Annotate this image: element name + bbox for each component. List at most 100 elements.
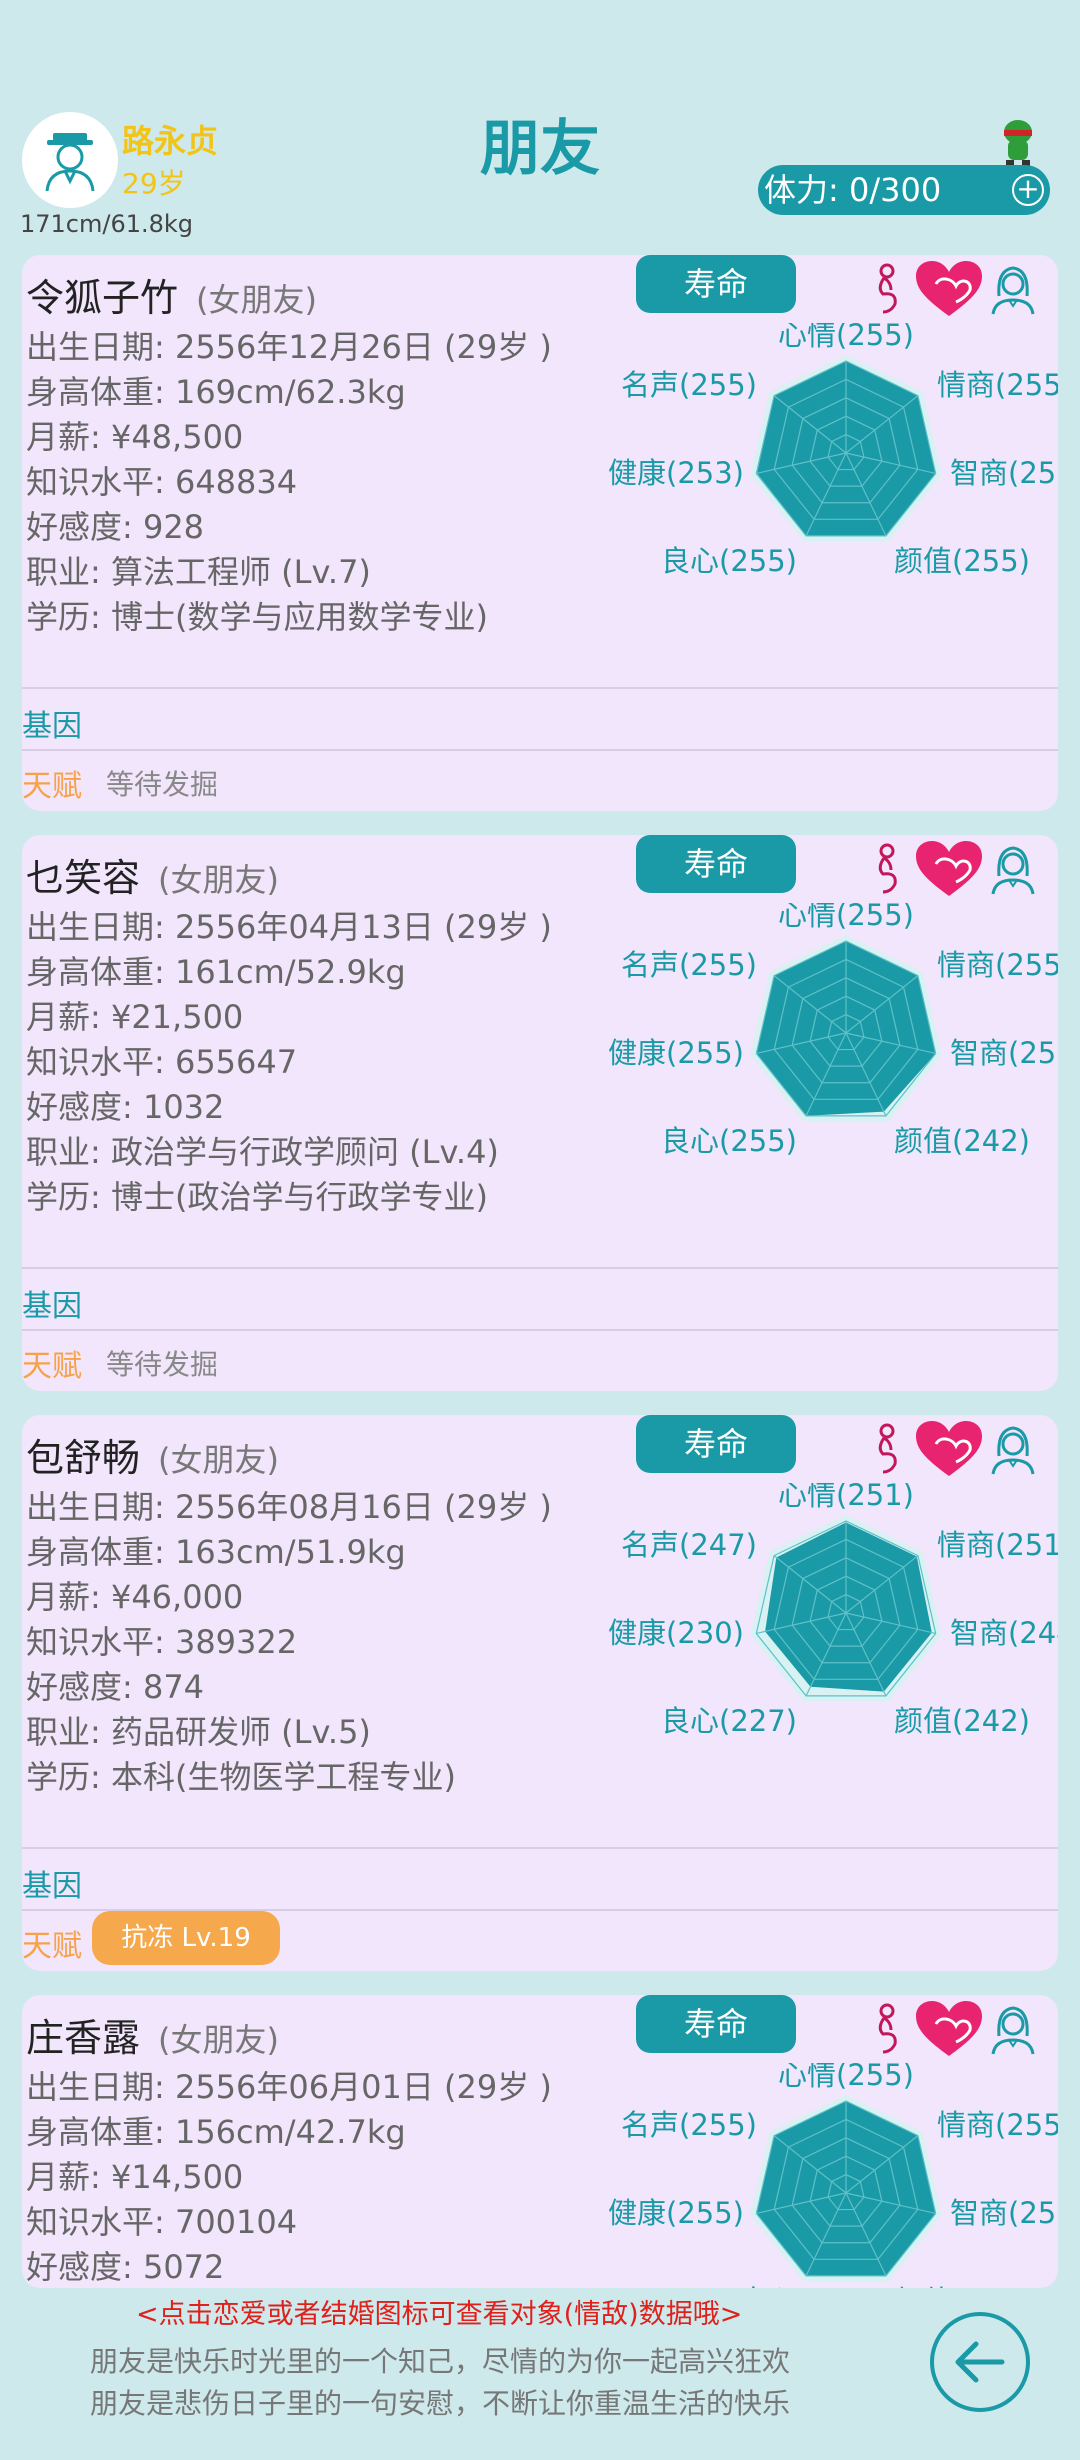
footer-line-2: 朋友是悲伤日子里的一句安慰，不断让你重温生活的快乐 bbox=[90, 2387, 791, 2420]
marriage-button[interactable] bbox=[986, 259, 1040, 319]
attribute-radar-chart: 心情(255) 情商(255) 智商(255) 颜值(255) 良心(255) 健康(25… bbox=[608, 323, 1058, 578]
love-button[interactable] bbox=[912, 839, 986, 899]
attribute-radar-chart: 心情(255) 情商(255) 智商(255) 颜值(242) 良心(255) 健康(25… bbox=[608, 903, 1058, 1158]
pregnant-woman-icon bbox=[878, 2003, 897, 2054]
radar-label: 良心(255) bbox=[661, 1124, 797, 1158]
info-education: 学历: 本科(生物医学工程专业) bbox=[26, 1758, 456, 1796]
info-education: 学历: 博士(政治学与行政学专业) bbox=[26, 1178, 488, 1216]
radar-label: 健康(255) bbox=[608, 2196, 744, 2230]
radar-label: 名声(255) bbox=[621, 368, 757, 402]
mascot-icon[interactable] bbox=[996, 118, 1040, 168]
talent-label: 天赋 bbox=[22, 769, 82, 804]
friend-card[interactable]: 令狐子竹 (女朋友) 寿命 出生日期: 2556年12月26日 (29岁 ) 身高体重… bbox=[22, 255, 1058, 811]
info-birth: 出生日期: 2556年08月16日 (29岁 ) bbox=[26, 1488, 552, 1526]
relation-label: (女朋友) bbox=[196, 281, 317, 319]
info-salary: 月薪: ¥21,500 bbox=[26, 998, 244, 1036]
info-knowledge: 知识水平: 648834 bbox=[26, 463, 298, 501]
radar-label: 良心(227) bbox=[661, 1704, 797, 1738]
talent-value: 等待发掘 bbox=[106, 768, 219, 801]
heart-icon bbox=[916, 2001, 982, 2056]
friend-name: 庄香露 bbox=[26, 2016, 141, 2060]
info-salary: 月薪: ¥46,000 bbox=[26, 1578, 244, 1616]
pregnancy-button[interactable] bbox=[862, 1999, 916, 2059]
friend-name: 令狐子竹 bbox=[26, 276, 179, 320]
divider bbox=[22, 1847, 1058, 1849]
female-avatar-icon bbox=[991, 2006, 1035, 2055]
marriage-button[interactable] bbox=[986, 839, 1040, 899]
info-job: 职业: 药品研发师 (Lv.5) bbox=[26, 1713, 371, 1751]
love-button[interactable] bbox=[912, 1419, 986, 1479]
pregnancy-button[interactable] bbox=[862, 259, 916, 319]
radar-label: 良心 bbox=[739, 2284, 797, 2288]
marriage-button[interactable] bbox=[986, 1999, 1040, 2059]
divider bbox=[22, 1329, 1058, 1331]
pregnant-woman-icon bbox=[878, 263, 897, 314]
radar-label: 心情(251) bbox=[778, 1483, 914, 1512]
friend-card[interactable]: 庄香露 (女朋友) 寿命 出生日期: 2556年06月01日 (29岁 ) 身高体重:… bbox=[22, 1995, 1058, 2288]
radar-label: 颜值(242) bbox=[894, 1704, 1030, 1738]
heart-icon bbox=[916, 841, 982, 896]
pregnant-woman-icon bbox=[878, 1423, 897, 1474]
radar-label: 健康(255) bbox=[608, 1036, 744, 1070]
friend-card[interactable]: 包舒畅 (女朋友) 寿命 出生日期: 2556年08月16日 (29岁 ) 身高体重:… bbox=[22, 1415, 1058, 1971]
talent-label: 天赋 bbox=[22, 1349, 82, 1384]
friend-card[interactable]: 乜笑容 (女朋友) 寿命 出生日期: 2556年04月13日 (29岁 ) 身高体重:… bbox=[22, 835, 1058, 1391]
info-salary: 月薪: ¥48,500 bbox=[26, 418, 244, 456]
radar-label: 心情(255) bbox=[778, 903, 914, 932]
lifespan-button[interactable]: 寿命 bbox=[636, 1995, 796, 2053]
radar-label: 智商(255) bbox=[950, 456, 1058, 490]
divider bbox=[22, 749, 1058, 751]
love-button[interactable] bbox=[912, 1999, 986, 2059]
pregnancy-button[interactable] bbox=[862, 1419, 916, 1479]
gene-label[interactable]: 基因 bbox=[22, 1861, 82, 1905]
radar-label: 颜值(255) bbox=[894, 544, 1030, 578]
divider bbox=[22, 1267, 1058, 1269]
info-body: 身高体重: 163cm/51.9kg bbox=[26, 1533, 406, 1571]
talent-label: 天赋 bbox=[22, 1929, 82, 1964]
radar-label: 名声(255) bbox=[621, 2108, 757, 2142]
marriage-button[interactable] bbox=[986, 1419, 1040, 1479]
divider bbox=[22, 687, 1058, 689]
heart-icon bbox=[916, 1421, 982, 1476]
radar-label: 健康(253) bbox=[608, 456, 744, 490]
stamina-plus-button[interactable]: + bbox=[1012, 174, 1044, 206]
info-birth: 出生日期: 2556年04月13日 (29岁 ) bbox=[26, 908, 552, 946]
lifespan-button[interactable]: 寿命 bbox=[636, 835, 796, 893]
stamina-label: 体力: 0/300 bbox=[764, 171, 942, 209]
friend-name: 乜笑容 bbox=[26, 856, 141, 900]
back-button[interactable] bbox=[930, 2312, 1030, 2412]
footer-line-1: 朋友是快乐时光里的一个知己，尽情的为你一起高兴狂欢 bbox=[90, 2345, 791, 2378]
attribute-radar-chart: 心情(255) 情商(255) 智商(255) 颜值 良心 健康(255) 名声(255) bbox=[608, 2063, 1058, 2288]
attribute-radar-chart: 心情(251) 情商(251) 智商(244) 颜值(242) 良心(227) 健康(23… bbox=[608, 1483, 1058, 1738]
pregnancy-button[interactable] bbox=[862, 839, 916, 899]
info-birth: 出生日期: 2556年12月26日 (29岁 ) bbox=[26, 328, 552, 366]
radar-label: 颜值 bbox=[894, 2284, 952, 2288]
radar-label: 情商(255) bbox=[937, 2108, 1058, 2142]
plus-icon: + bbox=[1016, 172, 1040, 205]
friend-info: 出生日期: 2556年08月16日 (29岁 ) 身高体重: 163cm/51.9… bbox=[26, 1485, 552, 1800]
info-favor: 好感度: 874 bbox=[26, 1668, 205, 1706]
radar-label: 智商(244) bbox=[950, 1616, 1058, 1650]
friend-info: 出生日期: 2556年12月26日 (29岁 ) 身高体重: 169cm/62.3… bbox=[26, 325, 552, 640]
info-body: 身高体重: 156cm/42.7kg bbox=[26, 2113, 406, 2151]
lifespan-button[interactable]: 寿命 bbox=[636, 255, 796, 313]
gene-label[interactable]: 基因 bbox=[22, 1281, 82, 1325]
radar-label: 名声(247) bbox=[621, 1528, 757, 1562]
gene-label[interactable]: 基因 bbox=[22, 701, 82, 745]
radar-label: 健康(230) bbox=[608, 1616, 744, 1650]
radar-label: 良心(255) bbox=[661, 544, 797, 578]
header: 路永贞 29岁 171cm/61.8kg 朋友 体力: 0/300 + bbox=[0, 0, 1080, 250]
radar-label: 名声(255) bbox=[621, 948, 757, 982]
lifespan-button[interactable]: 寿命 bbox=[636, 1415, 796, 1473]
footer-hint[interactable]: <点击恋爱或者结婚图标可查看对象(情敌)数据哦> bbox=[0, 2292, 1080, 2331]
talent-value: 等待发掘 bbox=[106, 1348, 219, 1381]
stamina-bar: 体力: 0/300 + bbox=[758, 165, 1050, 215]
info-body: 身高体重: 169cm/62.3kg bbox=[26, 373, 406, 411]
radar-label: 情商(251) bbox=[937, 1528, 1058, 1562]
back-arrow-icon bbox=[955, 2341, 1005, 2383]
info-job: 职业: 算法工程师 (Lv.7) bbox=[26, 553, 371, 591]
radar-label: 心情(255) bbox=[778, 2063, 914, 2092]
info-favor: 好感度: 5072 bbox=[26, 2248, 225, 2286]
love-button[interactable] bbox=[912, 259, 986, 319]
talent-badge[interactable]: 抗冻 Lv.19 bbox=[92, 1911, 280, 1965]
